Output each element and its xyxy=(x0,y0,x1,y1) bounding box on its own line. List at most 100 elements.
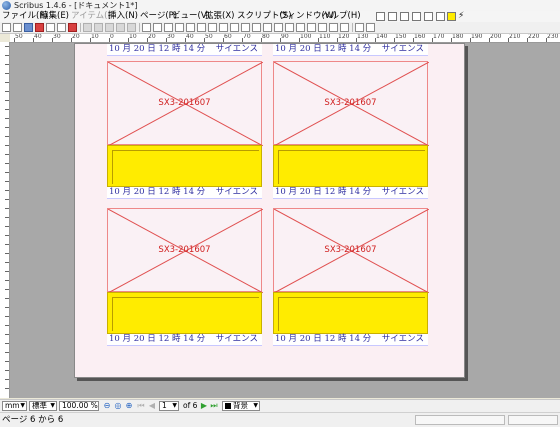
cut-icon[interactable] xyxy=(105,23,114,32)
menu-edit[interactable]: 編集(E) xyxy=(40,11,69,22)
render-frame-tool-icon[interactable] xyxy=(412,12,421,21)
shape-inner-border xyxy=(278,297,425,331)
last-page-icon[interactable]: ⏭ xyxy=(209,401,219,411)
zoom-100-icon[interactable]: ◎ xyxy=(113,401,123,411)
table-icon[interactable] xyxy=(186,23,195,32)
image-frame[interactable]: SX3-201607 xyxy=(273,61,429,146)
edit-text-icon[interactable] xyxy=(285,23,294,32)
page-status-text: ページ 6 から 6 xyxy=(2,415,64,425)
ruler-tick xyxy=(5,118,9,119)
rotate-icon[interactable] xyxy=(252,23,261,32)
ruler-tick xyxy=(5,352,9,353)
select-tool-icon[interactable] xyxy=(376,12,385,21)
yellow-shape-frame[interactable] xyxy=(273,145,428,187)
polygon-icon[interactable] xyxy=(208,23,217,32)
yellow-shape-frame[interactable] xyxy=(273,292,428,334)
ruler-tick xyxy=(5,280,9,281)
copy-properties-icon[interactable] xyxy=(329,23,338,32)
previous-page-icon[interactable]: ◀ xyxy=(147,401,157,411)
freehand-icon[interactable] xyxy=(241,23,250,32)
caption-frame[interactable]: 10 月 20 日 12 時 14 分 サイエンス xyxy=(273,44,428,56)
ruler-label: 140 xyxy=(376,34,388,40)
ruler-label: 30 xyxy=(53,34,61,40)
caption-date: 10 月 20 日 12 時 14 分 xyxy=(275,44,372,54)
menu-help[interactable]: ヘルプ(H) xyxy=(322,11,361,22)
text-frame-tool-icon[interactable] xyxy=(388,12,397,21)
link-frames-icon[interactable] xyxy=(296,23,305,32)
ruler-tick xyxy=(5,289,9,290)
layer-color-swatch xyxy=(225,403,231,409)
eyedropper-icon[interactable] xyxy=(340,23,349,32)
ruler-label: 100 xyxy=(300,34,312,40)
paste-icon[interactable] xyxy=(127,23,136,32)
yellow-shape-frame[interactable] xyxy=(107,292,262,334)
preview-mode-select[interactable]: 標準 ▼ xyxy=(29,401,57,411)
page-number-select[interactable]: 1 ▼ xyxy=(159,401,179,411)
image-frame[interactable]: SX3-201607 xyxy=(107,208,263,293)
caption-category: サイエンス xyxy=(215,187,258,197)
layer-select[interactable]: 背景 ▼ xyxy=(222,401,260,411)
pointer-tool-icon[interactable] xyxy=(142,23,151,32)
document-page[interactable]: 10 月 20 日 12 時 14 分 サイエンス 10 月 20 日 12 時… xyxy=(74,43,465,378)
ruler-label: 200 xyxy=(490,34,502,40)
shape-tool-icon[interactable] xyxy=(436,12,445,21)
image-frame-tool-icon[interactable] xyxy=(400,12,409,21)
table-tool-icon[interactable] xyxy=(424,12,433,21)
unlink-frames-icon[interactable] xyxy=(307,23,316,32)
export-pdf-icon[interactable] xyxy=(68,23,77,32)
yellow-shape-frame[interactable] xyxy=(107,145,262,187)
unit-value: mm xyxy=(5,401,20,410)
unit-select[interactable]: mm ▼ xyxy=(2,401,27,411)
shape-icon[interactable] xyxy=(197,23,206,32)
redo-icon[interactable] xyxy=(94,23,103,32)
bezier-icon[interactable] xyxy=(230,23,239,32)
image-frame-icon[interactable] xyxy=(164,23,173,32)
zoom-icon[interactable] xyxy=(263,23,272,32)
measure-icon[interactable] xyxy=(318,23,327,32)
ruler-tick xyxy=(5,253,9,254)
save-icon[interactable] xyxy=(24,23,33,32)
menu-item[interactable]: アイテム(I) xyxy=(71,11,113,22)
image-frame[interactable]: SX3-201607 xyxy=(273,208,429,293)
preflight-icon[interactable] xyxy=(57,23,66,32)
lightning-icon[interactable]: ⚡ xyxy=(458,12,467,21)
close-document-icon[interactable] xyxy=(35,23,44,32)
ruler-tick xyxy=(5,199,9,200)
ruler-label: 60 xyxy=(224,34,232,40)
caption-frame[interactable]: 10 月 20 日 12 時 14 分 サイエンス xyxy=(107,334,262,346)
pdf-text-field-icon[interactable] xyxy=(366,23,375,32)
pdf-push-button-icon[interactable] xyxy=(355,23,364,32)
undo-icon[interactable] xyxy=(83,23,92,32)
menu-insert[interactable]: 挿入(N) xyxy=(108,11,138,22)
image-label: SX3-201607 xyxy=(324,245,377,255)
edit-contents-icon[interactable] xyxy=(274,23,283,32)
render-frame-icon[interactable] xyxy=(175,23,184,32)
caption-frame[interactable]: 10 月 20 日 12 時 14 分 サイエンス xyxy=(107,187,262,199)
zoom-out-icon[interactable]: ⊖ xyxy=(102,401,112,411)
ruler-tick xyxy=(5,298,9,299)
print-icon[interactable] xyxy=(46,23,55,32)
zoom-in-icon[interactable]: ⊕ xyxy=(124,401,134,411)
line-icon[interactable] xyxy=(219,23,228,32)
menu-extras[interactable]: 拡張(X) xyxy=(205,11,234,22)
image-label: SX3-201607 xyxy=(158,245,211,255)
ruler-tick xyxy=(5,325,9,326)
document-canvas[interactable]: 10 月 20 日 12 時 14 分 サイエンス 10 月 20 日 12 時… xyxy=(10,43,560,398)
page-number-value: 1 xyxy=(162,401,167,410)
text-frame-icon[interactable] xyxy=(153,23,162,32)
fill-color-icon[interactable] xyxy=(447,12,456,21)
caption-frame[interactable]: 10 月 20 日 12 時 14 分 サイエンス xyxy=(107,44,262,56)
new-document-icon[interactable] xyxy=(2,23,11,32)
open-document-icon[interactable] xyxy=(13,23,22,32)
ruler-label: 50 xyxy=(205,34,213,40)
next-page-icon[interactable]: ▶ xyxy=(199,401,209,411)
first-page-icon[interactable]: ⏮ xyxy=(136,401,146,411)
image-frame[interactable]: SX3-201607 xyxy=(107,61,263,146)
shape-inner-border xyxy=(112,297,259,331)
ruler-label: 190 xyxy=(471,34,483,40)
ruler-label: 150 xyxy=(395,34,407,40)
caption-frame[interactable]: 10 月 20 日 12 時 14 分 サイエンス xyxy=(273,187,428,199)
copy-icon[interactable] xyxy=(116,23,125,32)
caption-frame[interactable]: 10 月 20 日 12 時 14 分 サイエンス xyxy=(273,334,428,346)
zoom-input[interactable]: 100.00 % xyxy=(59,401,99,411)
